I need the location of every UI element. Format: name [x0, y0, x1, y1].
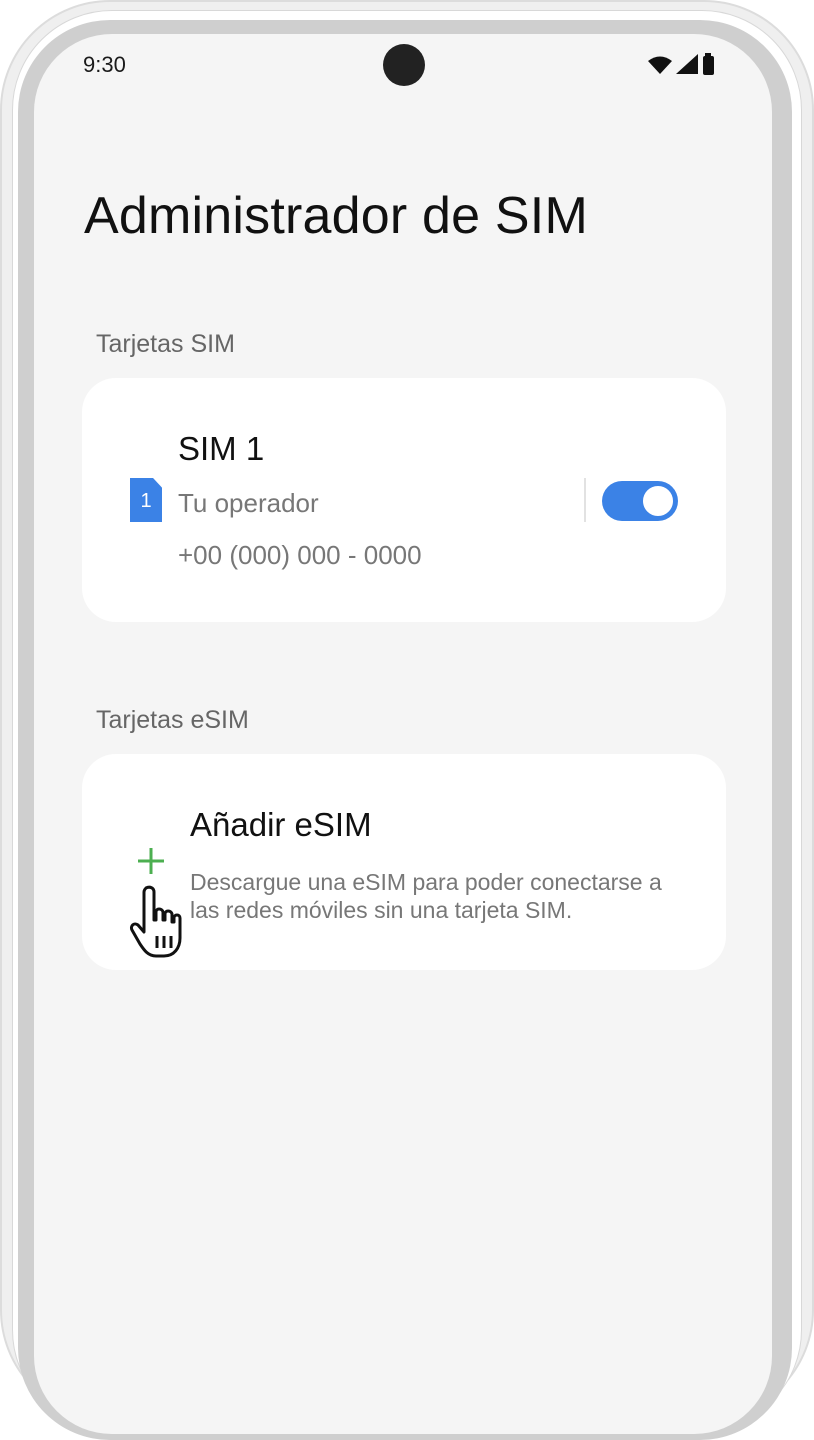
status-bar: 9:30	[34, 34, 772, 98]
sim-slot-icon: 1	[130, 478, 162, 522]
section-label-sim: Tarjetas SIM	[96, 330, 235, 358]
add-esim-description: Descargue una eSIM para poder conectarse…	[190, 869, 662, 923]
status-time: 9:30	[83, 52, 126, 77]
page-title: Administrador de SIM	[84, 187, 588, 245]
add-esim-title: Añadir eSIM	[190, 806, 372, 843]
front-camera	[383, 44, 425, 86]
divider	[584, 478, 586, 522]
signal-icon	[676, 54, 698, 74]
sim-operator: Tu operador	[178, 488, 319, 518]
toggle-knob	[640, 483, 676, 519]
hand-pointer-icon	[130, 885, 182, 958]
status-icons	[646, 52, 726, 78]
sim-card-item[interactable]: SIM 1 1 Tu operador +00 (000) 000 - 0000	[82, 378, 726, 622]
sim-phone-number: +00 (000) 000 - 0000	[178, 540, 422, 570]
sim-name: SIM 1	[178, 430, 265, 467]
section-label-esim: Tarjetas eSIM	[96, 706, 249, 734]
phone-screen: 9:30 Administrador de SIM Tarjetas SIM S…	[34, 34, 772, 1434]
wifi-icon	[648, 56, 672, 74]
plus-icon	[138, 848, 164, 874]
battery-icon	[703, 53, 714, 75]
sim-enable-toggle[interactable]	[602, 481, 678, 521]
